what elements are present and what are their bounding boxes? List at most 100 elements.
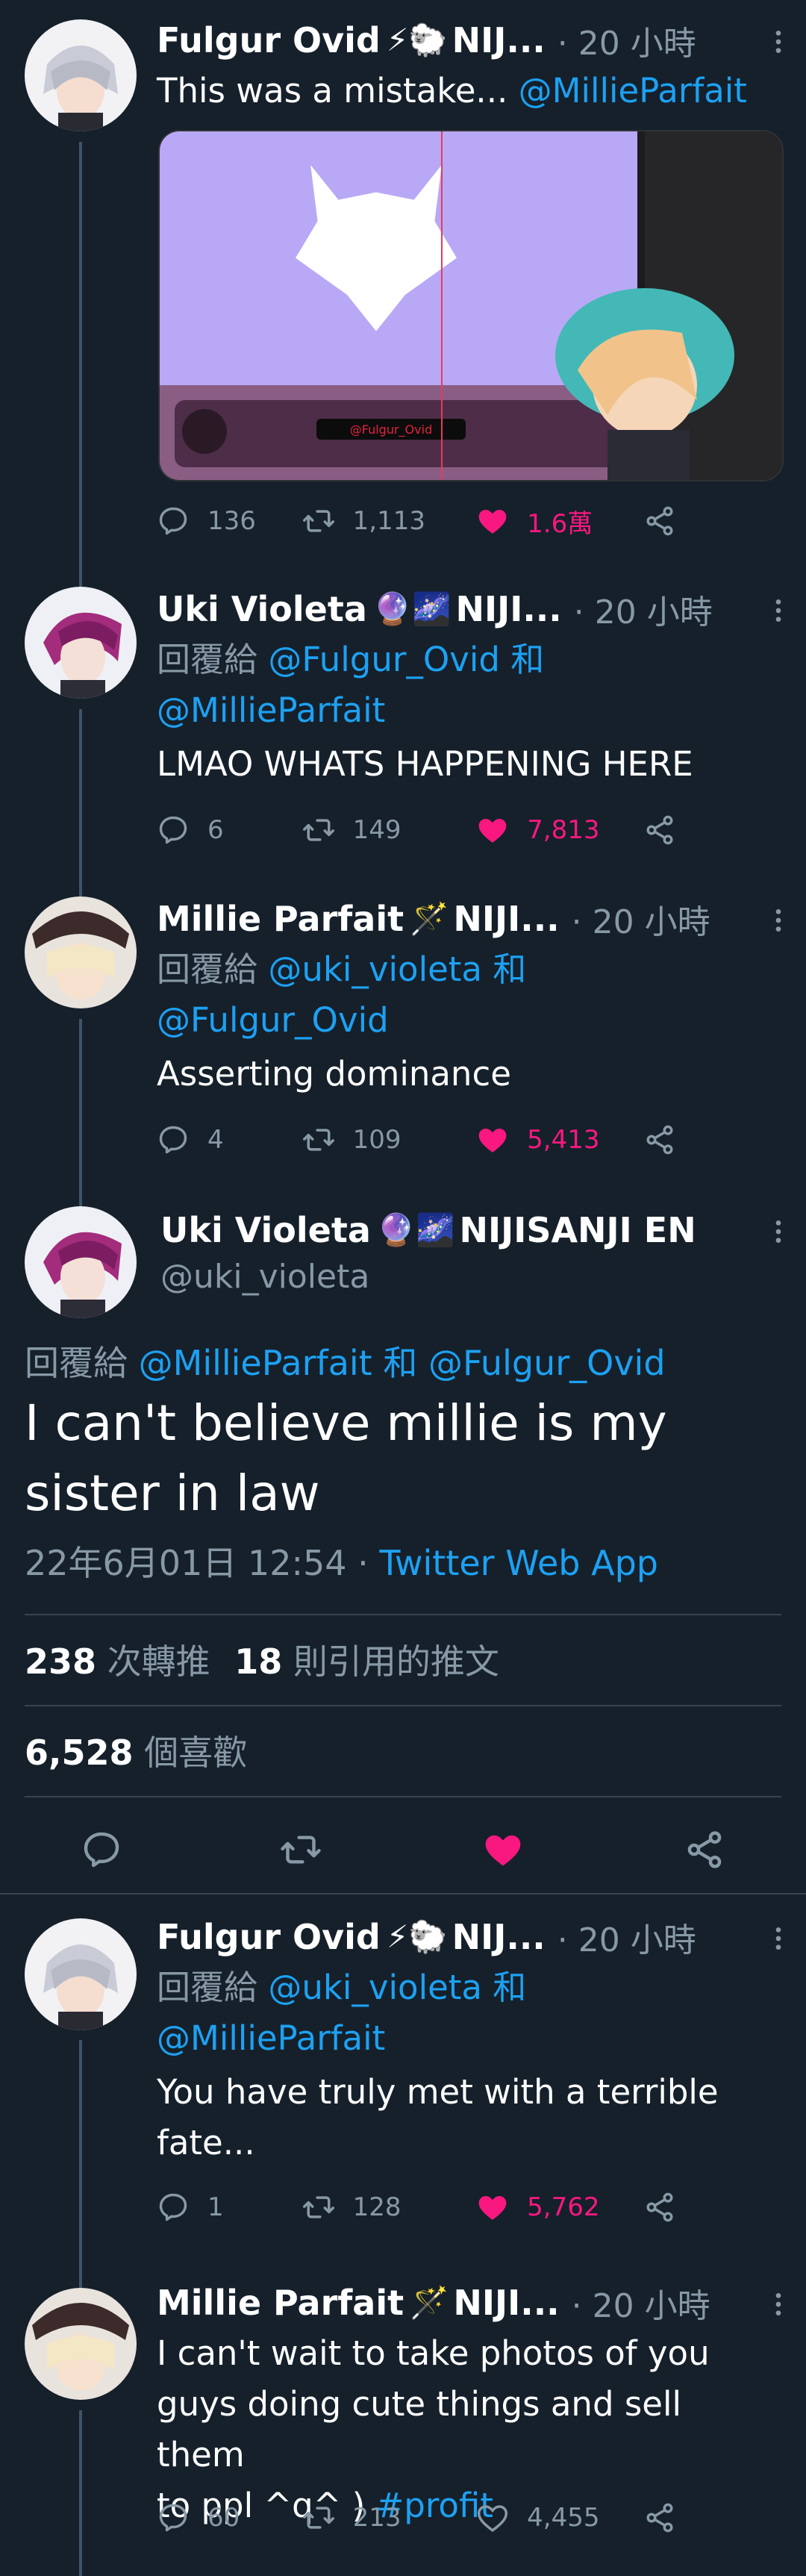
- reply-label: 回覆給: [157, 640, 258, 679]
- name-emoji: 🔮🌌: [372, 590, 452, 627]
- heart-filled-icon[interactable]: [481, 1829, 525, 1871]
- quote-count[interactable]: 18: [234, 1641, 282, 1682]
- more-icon[interactable]: [773, 596, 784, 626]
- heart-filled-icon: [476, 2191, 509, 2224]
- tweet-uki-1[interactable]: Uki Violeta 🔮🌌 NIJI... · 20 小時 回覆給 @Fulg…: [0, 567, 806, 877]
- mention-link[interactable]: @uki_violeta: [268, 949, 482, 989]
- more-icon[interactable]: [773, 1217, 784, 1247]
- name-tag[interactable]: NIJI...: [453, 2283, 559, 2323]
- reply-fulgur[interactable]: Fulgur Ovid ⚡🐑 NIJ... · 20 小時 回覆給 @uki_v…: [0, 1915, 806, 2265]
- retweet-button[interactable]: 149: [302, 814, 477, 846]
- share-button[interactable]: [643, 505, 694, 537]
- name-emoji: 🪄: [410, 2284, 449, 2321]
- like-button[interactable]: 4,455: [476, 2501, 643, 2534]
- mention-link[interactable]: @MillieParfait: [519, 71, 747, 110]
- like-button[interactable]: 1.6萬: [476, 503, 643, 540]
- retweet-button[interactable]: 1,113: [302, 505, 477, 537]
- like-button[interactable]: 5,413: [476, 1123, 643, 1156]
- like-total[interactable]: 6,528: [25, 1733, 134, 1773]
- display-name[interactable]: Fulgur Ovid: [157, 20, 381, 60]
- thread-line: [79, 567, 82, 587]
- more-icon[interactable]: [773, 1924, 784, 1953]
- mention-link[interactable]: @Fulgur_Ovid: [157, 1000, 389, 1040]
- retweet-count[interactable]: 238: [25, 1641, 96, 1682]
- retweet-label[interactable]: 次轉推: [107, 1641, 210, 1682]
- display-name[interactable]: Uki Violeta: [157, 589, 367, 629]
- main-actions: [0, 1821, 806, 1881]
- divider: [25, 1705, 781, 1706]
- like-button[interactable]: 5,762: [476, 2191, 643, 2224]
- reply-button[interactable]: 6: [157, 814, 302, 846]
- share-icon: [643, 2501, 676, 2534]
- reply-label: 回覆給: [157, 1968, 258, 2007]
- avatar-millie[interactable]: [25, 896, 137, 1008]
- avatar-millie[interactable]: [25, 2288, 137, 2400]
- reply-label: 回覆給: [25, 1343, 128, 1383]
- like-label[interactable]: 個喜歡: [144, 1733, 247, 1773]
- retweet-button[interactable]: 109: [302, 1123, 477, 1156]
- thread-line: [79, 1019, 82, 1187]
- display-name[interactable]: Uki Violeta: [160, 1210, 371, 1250]
- and-label: 和: [493, 949, 527, 989]
- avatar-fulgur[interactable]: [25, 19, 137, 131]
- timestamp[interactable]: 22年6月01日 12:54: [25, 1543, 347, 1583]
- mention-link[interactable]: @MillieParfait: [157, 2018, 385, 2058]
- thread-line: [79, 2040, 82, 2265]
- tweet-time[interactable]: · 20 小時: [557, 1913, 696, 1961]
- retweet-icon: [302, 505, 335, 537]
- display-name[interactable]: Millie Parfait: [157, 2283, 404, 2323]
- tweet-time[interactable]: · 20 小時: [572, 2279, 710, 2327]
- reply-button[interactable]: 136: [157, 505, 302, 537]
- tweet-millie-1[interactable]: Millie Parfait 🪄 NIJI... · 20 小時 回覆給 @uk…: [0, 877, 806, 1187]
- reply-button[interactable]: 60: [157, 2501, 302, 2534]
- reply-icon[interactable]: [81, 1829, 122, 1871]
- name-tag[interactable]: NIJI...: [455, 589, 561, 629]
- retweet-icon: [302, 1123, 335, 1156]
- share-button[interactable]: [643, 814, 694, 846]
- tweet-text-line: I can't believe millie is my: [25, 1394, 667, 1452]
- mention-link[interactable]: @uki_violeta: [268, 1968, 482, 2007]
- mention-link[interactable]: @MillieParfait: [157, 690, 385, 730]
- quote-label[interactable]: 則引用的推文: [293, 1641, 499, 1682]
- thread-line: [79, 877, 82, 896]
- retweet-icon[interactable]: [278, 1829, 323, 1871]
- like-row: 6,528 個喜歡: [25, 1726, 247, 1775]
- tweet-media[interactable]: @Fulgur_Ovid: [158, 130, 784, 481]
- more-icon[interactable]: [773, 2289, 784, 2319]
- reply-button[interactable]: 1: [157, 2191, 302, 2224]
- mention-link[interactable]: @Fulgur_Ovid: [268, 640, 500, 679]
- share-icon[interactable]: [684, 1829, 725, 1871]
- source-link[interactable]: Twitter Web App: [379, 1543, 658, 1583]
- share-button[interactable]: [643, 2501, 694, 2534]
- retweet-button[interactable]: 213: [302, 2501, 477, 2534]
- more-icon[interactable]: [773, 905, 784, 935]
- share-button[interactable]: [643, 2191, 694, 2224]
- avatar-uki[interactable]: [25, 1206, 137, 1318]
- more-icon[interactable]: [773, 27, 784, 57]
- mention-link[interactable]: @Fulgur_Ovid: [428, 1343, 666, 1383]
- like-button[interactable]: 7,813: [476, 814, 643, 846]
- retweet-count: 149: [352, 815, 402, 845]
- name-tag[interactable]: NIJ...: [452, 20, 546, 60]
- display-name[interactable]: Millie Parfait: [157, 899, 404, 939]
- and-label: 和: [493, 1968, 527, 2007]
- tweet-fulgur-1[interactable]: Fulgur Ovid ⚡🐑 NIJ... · 20 小時 This was a…: [0, 0, 806, 567]
- name-emoji: 🔮🌌: [376, 1211, 455, 1248]
- avatar-uki[interactable]: [25, 587, 137, 699]
- display-name[interactable]: Fulgur Ovid: [157, 1917, 381, 1957]
- avatar-fulgur[interactable]: [25, 1918, 137, 2030]
- retweet-count: 1,113: [352, 506, 425, 536]
- tweet-time[interactable]: · 20 小時: [557, 16, 696, 64]
- name-tag[interactable]: NIJ...: [452, 1917, 546, 1957]
- name-tag[interactable]: NIJI...: [453, 899, 559, 939]
- name-tag[interactable]: NIJISANJI EN: [459, 1210, 696, 1250]
- tweet-time[interactable]: · 20 小時: [572, 895, 710, 943]
- share-button[interactable]: [643, 1123, 694, 1156]
- mention-link[interactable]: @MillieParfait: [139, 1343, 372, 1383]
- handle[interactable]: @uki_violeta: [160, 1258, 369, 1296]
- engagement-row: 238 次轉推 18 則引用的推文: [25, 1635, 499, 1684]
- reply-millie[interactable]: Millie Parfait 🪄 NIJI... · 20 小時 I can't…: [0, 2265, 806, 2576]
- tweet-time[interactable]: · 20 小時: [574, 585, 713, 633]
- reply-button[interactable]: 4: [157, 1123, 302, 1156]
- retweet-button[interactable]: 128: [302, 2191, 477, 2224]
